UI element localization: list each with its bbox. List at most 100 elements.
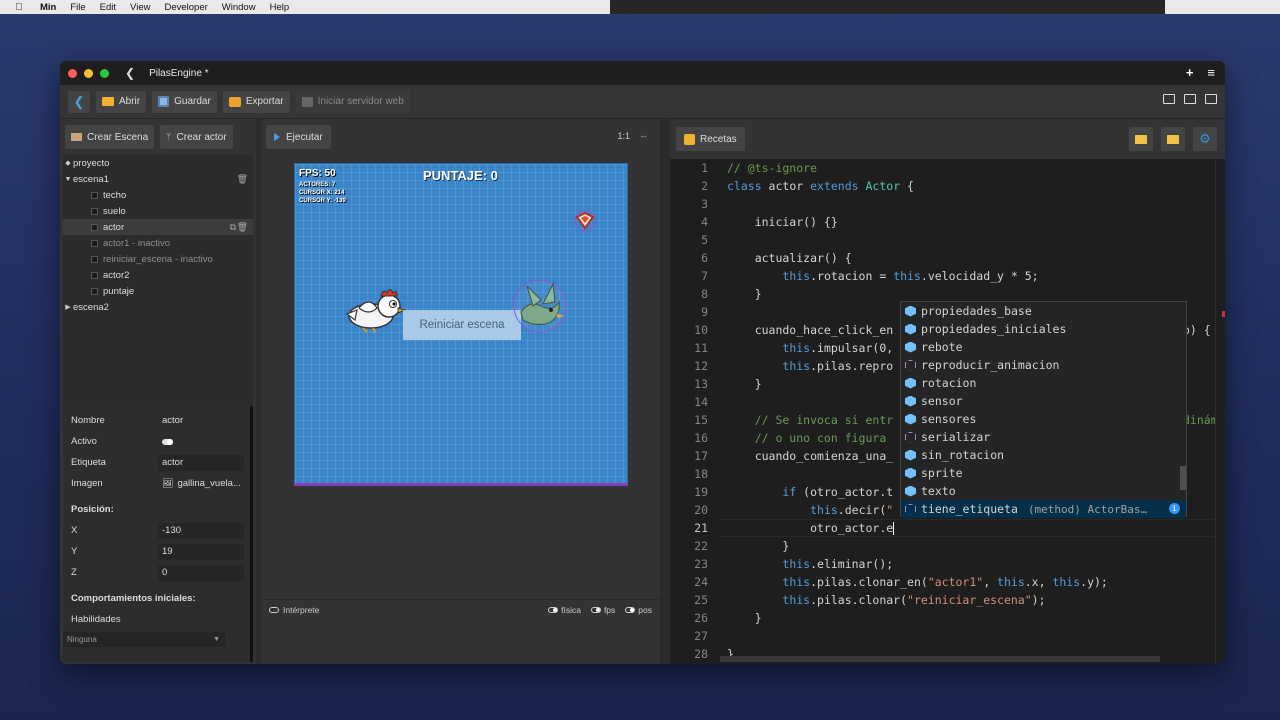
folder-icon[interactable] (1161, 127, 1185, 151)
tree-item-suelo[interactable]: suelo (63, 203, 253, 219)
tree-item-actor1[interactable]: actor1 - inactivo (63, 235, 253, 251)
suggestion-item[interactable]: propiedades_base (901, 302, 1186, 320)
reset-scene-button[interactable]: Reiniciar escena (403, 310, 521, 340)
create-actor-button[interactable]: ᛘ Crear actor (160, 125, 233, 149)
layout-split-icon[interactable] (1184, 94, 1196, 104)
editor-horizontal-scrollbar[interactable] (720, 656, 1160, 662)
tree-item-proyecto[interactable]: ◆ proyecto (63, 155, 253, 171)
x-input[interactable]: -130 (158, 522, 244, 539)
run-button[interactable]: Ejecutar (266, 125, 331, 149)
suggestion-item[interactable]: rebote (901, 338, 1186, 356)
chevron-down-icon[interactable]: ▼ (63, 176, 73, 183)
actor-checkbox[interactable] (91, 223, 98, 231)
actor-checkbox[interactable] (91, 271, 98, 279)
editor-vertical-scrollbar[interactable] (1215, 159, 1225, 664)
open-button[interactable]: Abrir (96, 90, 147, 113)
chicken-sprite[interactable] (343, 286, 407, 334)
suggestion-item-selected[interactable]: tiene_etiqueta (method) ActorBas… i (901, 500, 1186, 518)
menu-file[interactable]: File (70, 2, 85, 13)
apple-icon[interactable]:  (14, 2, 24, 13)
code-line[interactable]: 7 this.rotacion = this.velocidad_y * 5; (670, 267, 1225, 285)
actor-checkbox[interactable] (91, 207, 98, 215)
menu-window[interactable]: Window (222, 2, 256, 13)
code-line[interactable]: 22 } (670, 537, 1225, 555)
suggestion-item[interactable]: sin_rotacion (901, 446, 1186, 464)
minimize-window-button[interactable] (84, 68, 93, 78)
code-line[interactable]: 25 this.pilas.clonar("reiniciar_escena")… (670, 591, 1225, 609)
code-line[interactable]: 26 } (670, 609, 1225, 627)
duplicate-icon[interactable]: ⧉ (230, 222, 236, 233)
close-window-button[interactable] (68, 68, 77, 78)
suggestion-item[interactable]: sensores (901, 410, 1186, 428)
image-selector[interactable]: 🖼 gallina_vuela... (158, 476, 244, 492)
code-line[interactable]: 24 this.pilas.clonar_en("actor1", this.x… (670, 573, 1225, 591)
interpreter-toggle[interactable]: Intérprete (269, 605, 319, 615)
tree-item-reiniciar-escena[interactable]: reiniciar_escena - inactivo (63, 251, 253, 267)
pos-toggle[interactable]: pos (625, 605, 652, 615)
suggestion-item[interactable]: propiedades_iniciales (901, 320, 1186, 338)
game-stage[interactable]: FPS: 50 ACTORES: 7 CURSOR X: 214 CURSOR … (294, 163, 628, 491)
trash-icon[interactable]: 🗑 (237, 222, 248, 233)
brightness-icon[interactable]: ☼ (621, 2, 629, 12)
info-icon[interactable]: i (1169, 503, 1180, 514)
suggestion-item[interactable]: rotacion (901, 374, 1186, 392)
suggestion-item[interactable]: serializar (901, 428, 1186, 446)
suggestion-item[interactable]: sprite (901, 464, 1186, 482)
tree-item-puntaje[interactable]: puntaje (63, 283, 253, 299)
create-scene-button[interactable]: Crear Escena (65, 125, 155, 149)
actor-checkbox[interactable] (91, 255, 98, 263)
add-tab-button[interactable]: + (1186, 65, 1194, 80)
tree-item-escena1[interactable]: ▼ escena1 🗑 (63, 171, 253, 187)
code-line[interactable]: 6 actualizar() { (670, 249, 1225, 267)
chevron-right-icon[interactable]: ▶ (63, 303, 73, 311)
new-folder-icon[interactable] (1129, 127, 1153, 151)
tree-item-actor2[interactable]: actor2 (63, 267, 253, 283)
zoom-window-button[interactable] (100, 68, 109, 78)
menu-view[interactable]: View (130, 2, 150, 13)
tree-item-techo[interactable]: techo (63, 187, 253, 203)
name-field[interactable]: actor (158, 413, 244, 429)
actor-checkbox[interactable] (91, 287, 98, 295)
tree-item-actor[interactable]: actor ⧉ 🗑 (63, 219, 253, 235)
layout-left-icon[interactable] (1163, 94, 1175, 104)
trash-icon[interactable]: 🗑 (237, 174, 248, 185)
save-button[interactable]: Guardar (152, 90, 217, 113)
physics-toggle[interactable]: física (548, 605, 581, 615)
settings-icon[interactable]: ⚙ (1193, 127, 1217, 151)
actor-checkbox[interactable] (91, 191, 98, 199)
code-line[interactable]: 5 (670, 231, 1225, 249)
back-chevron-icon[interactable]: ❮ (125, 66, 135, 80)
zoom-ratio[interactable]: 1:1 (617, 131, 630, 141)
start-server-button[interactable]: Iniciar servidor web (295, 90, 410, 113)
code-line-current[interactable]: 21 otro_actor.e (670, 519, 1225, 537)
export-button[interactable]: Exportar (222, 90, 290, 113)
code-line[interactable]: 27 (670, 627, 1225, 645)
actor-checkbox[interactable] (91, 239, 98, 247)
recipes-button[interactable]: Recetas (676, 127, 745, 151)
suggestion-item[interactable]: sensor (901, 392, 1186, 410)
chevron-right-icon[interactable]: › (637, 2, 640, 12)
code-line[interactable]: 4 iniciar() {} (670, 213, 1225, 231)
suggestion-item[interactable]: reproducir_animacion (901, 356, 1186, 374)
active-toggle[interactable] (158, 434, 244, 450)
y-input[interactable]: 19 (158, 543, 244, 560)
gem-sprite[interactable] (573, 210, 597, 232)
stage-canvas[interactable]: FPS: 50 ACTORES: 7 CURSOR X: 214 CURSOR … (294, 163, 628, 485)
menu-hamburger-icon[interactable]: ≡ (1207, 65, 1215, 80)
suggestion-scrollbar[interactable] (1180, 466, 1186, 490)
menu-app-name[interactable]: Min (40, 2, 56, 13)
code-line[interactable]: 3 (670, 195, 1225, 213)
tree-item-escena2[interactable]: ▶ escena2 (63, 299, 253, 315)
code-line[interactable]: 2 class actor extends Actor { (670, 177, 1225, 195)
code-line[interactable]: 23 this.eliminar(); (670, 555, 1225, 573)
menu-help[interactable]: Help (270, 2, 290, 13)
back-button[interactable]: ❮ (68, 90, 90, 113)
tag-input[interactable]: actor (158, 454, 244, 471)
bird-sprite[interactable] (511, 278, 569, 334)
suggestion-item[interactable]: texto (901, 482, 1186, 500)
z-input[interactable]: 0 (158, 564, 244, 581)
skills-select[interactable]: Ninguna ▼ (63, 631, 225, 647)
expand-icon[interactable]: ↔ (639, 130, 648, 140)
code-line[interactable]: 1 // @ts-ignore (670, 159, 1225, 177)
fps-toggle[interactable]: fps (590, 605, 615, 615)
